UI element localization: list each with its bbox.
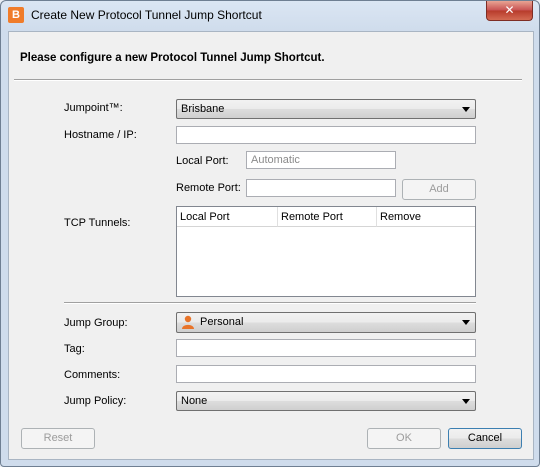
jump-group-value: Personal bbox=[200, 316, 244, 328]
hostname-input[interactable] bbox=[176, 126, 476, 144]
hostname-label: Hostname / IP: bbox=[64, 129, 137, 141]
ok-button[interactable]: OK bbox=[367, 428, 441, 449]
comments-label: Comments: bbox=[64, 369, 121, 381]
person-icon bbox=[182, 315, 194, 329]
jump-policy-value: None bbox=[181, 395, 208, 407]
column-header-local-port[interactable]: Local Port bbox=[177, 207, 278, 227]
local-port-label: Local Port: bbox=[176, 155, 229, 167]
column-header-remote-port[interactable]: Remote Port bbox=[278, 207, 377, 227]
dialog-window: B Create New Protocol Tunnel Jump Shortc… bbox=[0, 0, 540, 467]
app-logo-icon: B bbox=[8, 7, 24, 23]
close-icon: ✕ bbox=[504, 3, 515, 17]
section-divider bbox=[64, 302, 476, 304]
chevron-down-icon bbox=[462, 399, 470, 404]
reset-button[interactable]: Reset bbox=[21, 428, 95, 449]
title-bar[interactable]: B Create New Protocol Tunnel Jump Shortc… bbox=[1, 1, 539, 31]
header-divider bbox=[14, 79, 522, 81]
jumpoint-select[interactable]: Brisbane bbox=[176, 99, 476, 119]
local-port-input[interactable]: Automatic bbox=[246, 151, 396, 169]
column-header-remove[interactable]: Remove bbox=[377, 207, 475, 227]
add-tunnel-button[interactable]: Add bbox=[402, 179, 476, 200]
jump-group-select[interactable]: Personal bbox=[176, 312, 476, 333]
tag-input[interactable] bbox=[176, 339, 476, 357]
jump-group-label: Jump Group: bbox=[64, 317, 128, 329]
chevron-down-icon bbox=[462, 320, 470, 325]
window-title: Create New Protocol Tunnel Jump Shortcut bbox=[31, 8, 262, 22]
dialog-instructions: Please configure a new Protocol Tunnel J… bbox=[20, 52, 325, 64]
cancel-button[interactable]: Cancel bbox=[448, 428, 522, 449]
jumpoint-label: Jumpoint™: bbox=[64, 102, 123, 114]
jumpoint-value: Brisbane bbox=[181, 103, 225, 115]
tcp-tunnels-table[interactable]: Local Port Remote Port Remove bbox=[176, 206, 476, 297]
remote-port-input[interactable] bbox=[246, 179, 396, 197]
tcp-tunnels-label: TCP Tunnels: bbox=[64, 217, 131, 229]
close-button[interactable]: ✕ bbox=[486, 1, 533, 21]
jump-policy-select[interactable]: None bbox=[176, 391, 476, 411]
comments-input[interactable] bbox=[176, 365, 476, 383]
remote-port-label: Remote Port: bbox=[176, 182, 241, 194]
jump-policy-label: Jump Policy: bbox=[64, 395, 127, 407]
chevron-down-icon bbox=[462, 107, 470, 112]
tag-label: Tag: bbox=[64, 343, 85, 355]
dialog-client-area: Please configure a new Protocol Tunnel J… bbox=[8, 31, 534, 460]
